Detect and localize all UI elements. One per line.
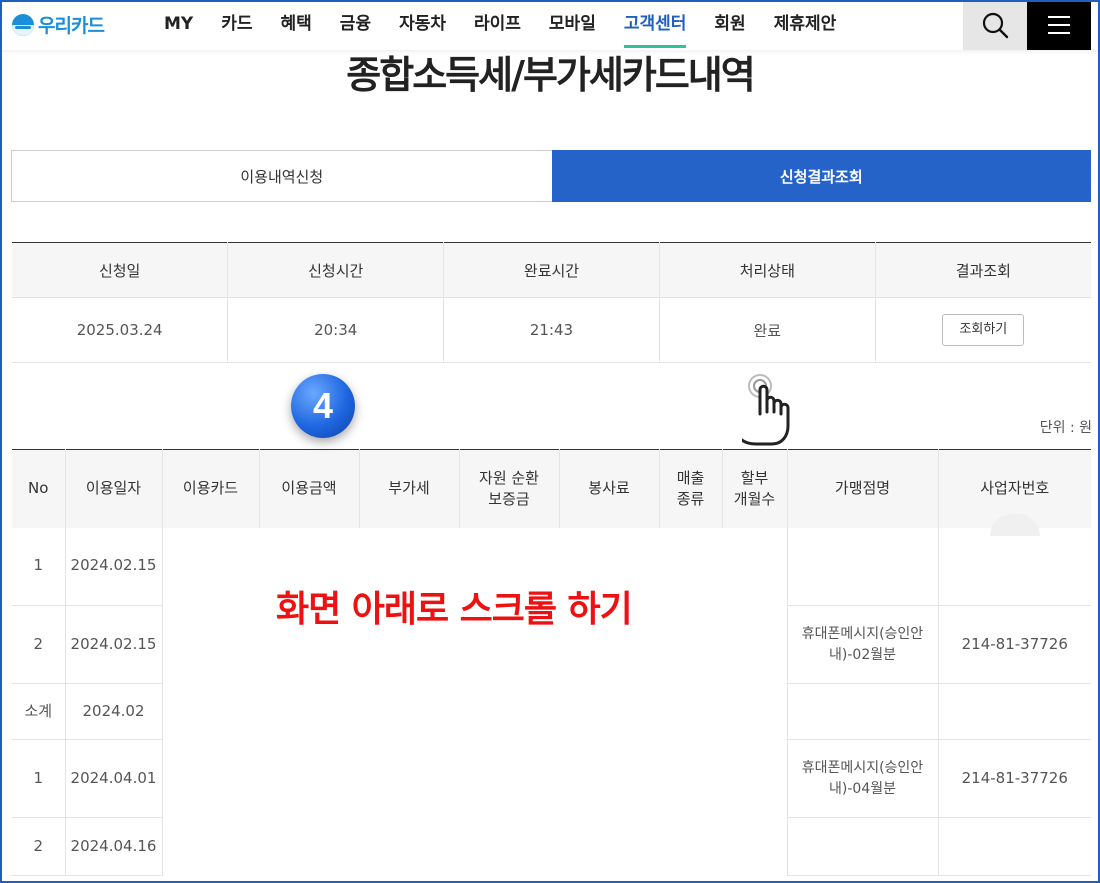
row-no: 소계 (12, 683, 66, 740)
col-usage-date: 이용일자 (65, 449, 163, 528)
col-deposit: 자원 순환보증금 (459, 449, 560, 528)
col-installment: 할부개월수 (722, 449, 788, 528)
col-result-view: 결과조회 (875, 242, 1091, 298)
nav-item-my[interactable]: MY (150, 0, 207, 50)
col-amount: 이용금액 (259, 449, 360, 528)
nav-item-benefit[interactable]: 혜택 (267, 0, 326, 50)
col-card: 이용카드 (162, 449, 260, 528)
table-row: 2025.03.24 20:34 21:43 완료 조회하기 (12, 297, 1091, 363)
menu-button[interactable] (1027, 0, 1091, 50)
search-icon (982, 12, 1009, 39)
row-no: 2 (12, 605, 66, 684)
nav-item-finance[interactable]: 금융 (326, 0, 385, 50)
col-merchant: 가맹점명 (787, 449, 939, 528)
woori-logo-icon (12, 13, 34, 36)
hamburger-menu-icon (1048, 16, 1070, 34)
row-business-number: 214-81-37726 (938, 739, 1091, 818)
row-business-number: 214-81-37726 (938, 605, 1091, 684)
usage-detail-table: No 이용일자 이용카드 이용금액 부가세 자원 순환 보증금 봉사료 매출 종류 … (12, 449, 1091, 876)
tab-result-inquiry[interactable]: 신청결과조회 (551, 150, 1091, 202)
row-merchant (787, 817, 939, 876)
col-installment-line2: 개월수 (733, 489, 776, 508)
result-view-cell: 조회하기 (875, 297, 1091, 363)
row-date: 2024.02 (65, 683, 163, 740)
nav-item-member[interactable]: 회원 (700, 0, 759, 50)
scroll-down-instruction: 화면 아래로 스크롤 하기 (276, 589, 633, 630)
complete-time: 21:43 (443, 297, 660, 363)
nav-item-card[interactable]: 카드 (207, 0, 266, 50)
col-deposit-line2: 보증금 (488, 489, 530, 508)
view-result-button[interactable]: 조회하기 (942, 314, 1025, 346)
nav-item-partnership[interactable]: 제휴제안 (760, 0, 851, 50)
col-complete-time: 완료시간 (443, 242, 660, 298)
row-no: 1 (12, 527, 66, 606)
request-time: 20:34 (227, 297, 445, 363)
row-business-number (938, 817, 1091, 876)
logo-text: 우리카드 (38, 15, 105, 37)
brand-logo[interactable]: 우리카드 (12, 11, 105, 38)
col-service-fee: 봉사료 (559, 449, 660, 528)
row-business-number (938, 527, 1091, 606)
row-merchant: 휴대폰메시지(승인안내)-04월분 (787, 739, 939, 818)
row-date: 2024.02.15 (65, 605, 163, 684)
row-business-number (938, 683, 1091, 740)
nav-item-life[interactable]: 라이프 (460, 0, 535, 50)
col-request-date: 신청일 (12, 242, 229, 298)
row-date: 2024.02.15 (65, 527, 163, 606)
row-merchant: 휴대폰메시지(승인안내)-02월분 (787, 605, 939, 684)
col-installment-line1: 할부 (740, 468, 769, 487)
status-value: 완료 (659, 297, 876, 363)
request-date: 2025.03.24 (12, 297, 229, 363)
row-date: 2024.04.01 (65, 739, 163, 818)
col-sales-line1: 매출 (676, 468, 705, 487)
col-deposit-line1: 자원 순환 (479, 468, 539, 487)
pointing-hand-icon (742, 374, 790, 446)
nav-item-customer-center[interactable]: 고객센터 (610, 0, 701, 50)
tab-bar: 이용내역신청 신청결과조회 (11, 150, 1091, 202)
site-header: 우리카드 MY 카드 혜택 금융 자동차 라이프 모바일 고객센터 회원 제휴제… (0, 0, 1100, 50)
col-no: No (12, 449, 66, 528)
step-number: 4 (312, 385, 334, 426)
row-merchant (787, 683, 939, 740)
request-result-table: 신청일 신청시간 완료시간 처리상태 결과조회 2025.03.24 20:34… (12, 242, 1091, 363)
search-button[interactable] (963, 0, 1027, 50)
col-request-time: 신청시간 (227, 242, 445, 298)
row-merchant (787, 527, 939, 606)
col-status: 처리상태 (659, 242, 876, 298)
row-no: 1 (12, 739, 66, 818)
page-title: 종합소득세/부가세카드내역 (346, 53, 755, 97)
step-number-badge: 4 (291, 374, 355, 438)
nav-item-car[interactable]: 자동차 (385, 0, 460, 50)
unit-label: 단위 : 원 (1039, 420, 1092, 436)
col-sales-line2: 종류 (676, 489, 705, 508)
col-sales-type: 매출종류 (659, 449, 723, 528)
row-date: 2024.04.16 (65, 817, 163, 876)
row-no: 2 (12, 817, 66, 876)
nav-item-mobile[interactable]: 모바일 (535, 0, 610, 50)
main-nav: MY 카드 혜택 금융 자동차 라이프 모바일 고객센터 회원 제휴제안 (150, 0, 850, 50)
tab-usage-apply[interactable]: 이용내역신청 (11, 150, 552, 202)
col-vat: 부가세 (359, 449, 460, 528)
